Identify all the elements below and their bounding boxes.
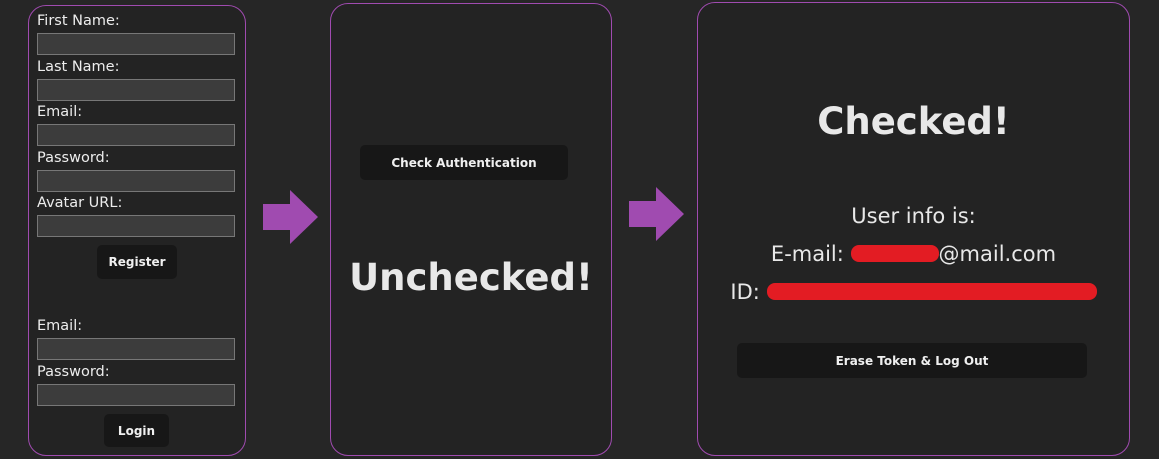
login-button[interactable]: Login [104,414,169,447]
id-prefix: ID: [730,280,760,304]
login-password-label: Password: [37,364,110,380]
user-info-panel: Checked! User info is: E-mail: @mail.com… [697,2,1130,456]
arrow-right-icon [263,190,318,244]
register-password-input[interactable] [37,170,235,192]
email-prefix: E-mail: [770,242,844,266]
redaction-mark [766,283,1097,300]
checked-status-heading: Checked! [817,100,1010,143]
first-name-input[interactable] [37,33,235,55]
avatar-url-label: Avatar URL: [37,195,123,211]
login-email-label: Email: [37,318,83,334]
login-email-input[interactable] [37,338,235,360]
arrow-right-icon [629,187,684,241]
last-name-label: Last Name: [37,59,120,75]
register-email-input[interactable] [37,124,235,146]
login-password-input[interactable] [37,384,235,406]
user-email-line: E-mail: @mail.com [698,242,1129,266]
user-info-label: User info is: [851,204,976,228]
register-password-label: Password: [37,150,110,166]
first-name-label: First Name: [37,13,120,29]
auth-status-heading: Unchecked! [349,256,593,299]
last-name-input[interactable] [37,79,235,101]
check-authentication-button[interactable]: Check Authentication [360,145,568,180]
email-suffix: @mail.com [938,242,1057,266]
register-email-label: Email: [37,104,83,120]
avatar-url-input[interactable] [37,215,235,237]
app-stage: First Name: Last Name: Email: Password: … [0,0,1159,459]
register-login-panel: First Name: Last Name: Email: Password: … [28,5,246,456]
user-id-line: ID: [698,280,1129,304]
register-button[interactable]: Register [97,245,177,279]
logout-button[interactable]: Erase Token & Log Out [737,343,1087,378]
auth-check-panel: Check Authentication Unchecked! [330,3,612,456]
redaction-mark [850,245,939,262]
